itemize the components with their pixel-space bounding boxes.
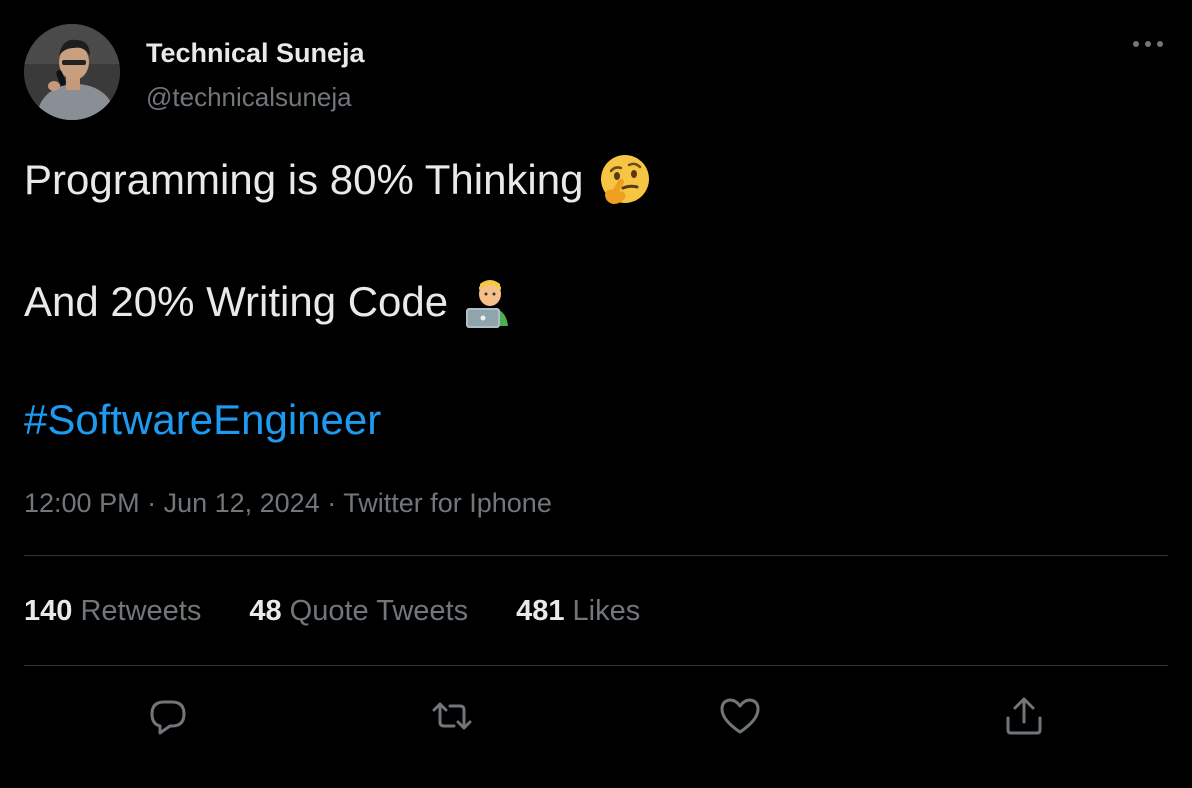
divider bbox=[24, 665, 1168, 666]
share-icon[interactable] bbox=[1000, 692, 1048, 740]
technologist-emoji bbox=[462, 274, 518, 330]
tweet-meta: 12:00 PM · Jun 12, 2024 · Twitter for Ip… bbox=[24, 488, 552, 519]
retweets-stat[interactable]: 140 Retweets bbox=[24, 595, 201, 628]
quote-tweets-count: 48 bbox=[249, 595, 282, 627]
reply-icon[interactable] bbox=[144, 692, 192, 740]
tweet-time[interactable]: 12:00 PM bbox=[24, 488, 140, 518]
tweet-text: And 20% Writing Code bbox=[24, 278, 449, 325]
likes-count: 481 bbox=[516, 595, 565, 627]
avatar[interactable] bbox=[24, 24, 120, 120]
quote-tweets-stat[interactable]: 48 Quote Tweets bbox=[249, 595, 468, 628]
tweet-source[interactable]: Twitter for Iphone bbox=[343, 488, 552, 518]
likes-label: Likes bbox=[572, 595, 641, 627]
divider bbox=[24, 555, 1168, 556]
tweet-text: Programming is 80% Thinking bbox=[24, 156, 584, 203]
meta-separator: · bbox=[319, 488, 344, 518]
likes-stat[interactable]: 481 Likes bbox=[516, 595, 640, 628]
author-name[interactable]: Technical Suneja bbox=[146, 38, 365, 69]
author-handle[interactable]: @technicalsuneja bbox=[146, 82, 352, 113]
thinking-face-emoji bbox=[597, 152, 653, 208]
tweet-detail: Technical Suneja @technicalsuneja Progra… bbox=[0, 0, 1192, 788]
tweet-text-line: Programming is 80% Thinking bbox=[24, 152, 653, 208]
meta-separator: · bbox=[139, 488, 164, 518]
tweet-date[interactable]: Jun 12, 2024 bbox=[164, 488, 320, 518]
retweet-icon[interactable] bbox=[428, 692, 476, 740]
quote-tweets-label: Quote Tweets bbox=[289, 595, 469, 627]
hashtag-link[interactable]: #SoftwareEngineer bbox=[24, 396, 381, 444]
like-icon[interactable] bbox=[716, 692, 764, 740]
retweets-count: 140 bbox=[24, 595, 73, 627]
more-options-icon[interactable] bbox=[1128, 32, 1168, 56]
retweets-label: Retweets bbox=[80, 595, 202, 627]
tweet-text-line: And 20% Writing Code bbox=[24, 274, 518, 330]
tweet-stats: 140 Retweets 48 Quote Tweets 481 Likes bbox=[24, 595, 688, 628]
